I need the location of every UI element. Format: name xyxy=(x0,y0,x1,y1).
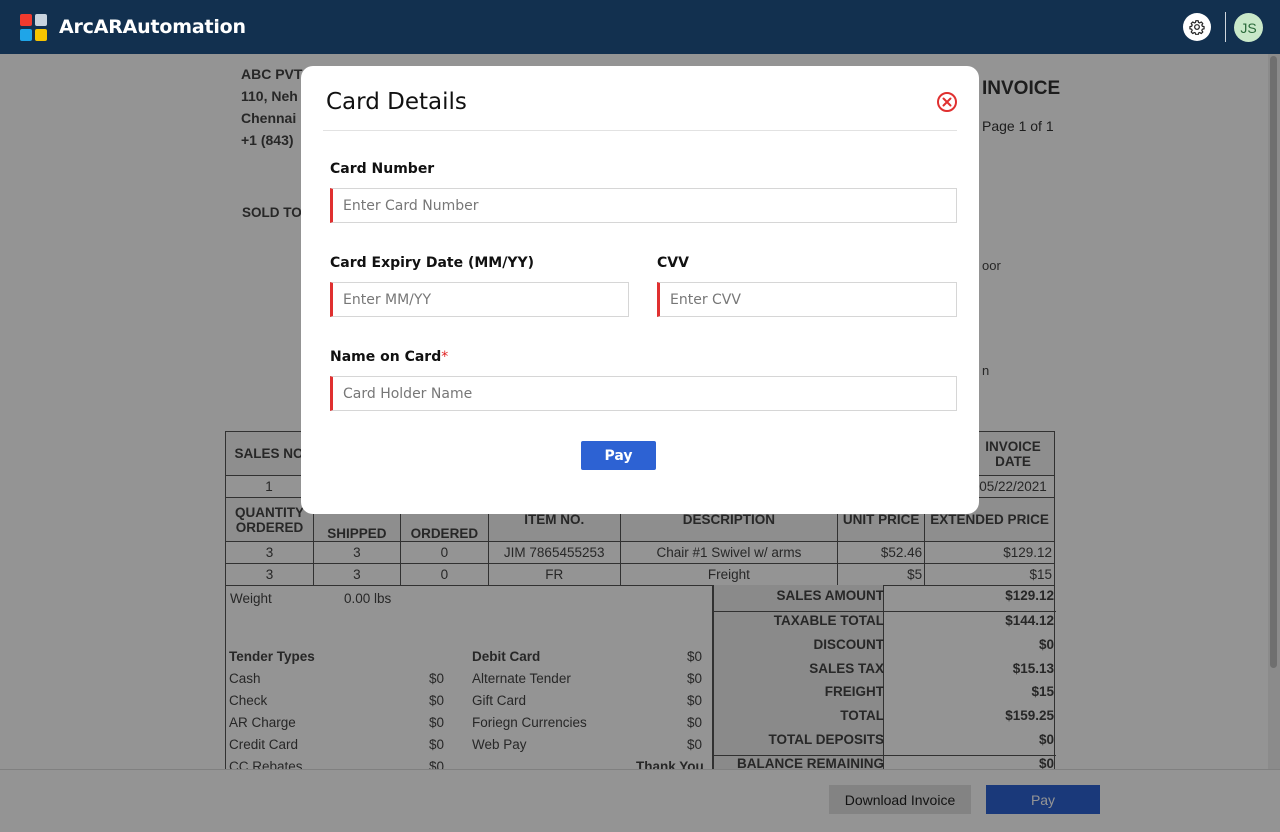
app-title: ArcARAutomation xyxy=(59,16,246,38)
pay-button[interactable]: Pay xyxy=(581,441,656,470)
close-circle-icon xyxy=(937,92,957,112)
required-marker: * xyxy=(441,349,449,365)
arcar-logo-icon xyxy=(20,14,48,42)
card-details-modal: Card Details Card Number Card Expiry Dat… xyxy=(301,66,979,514)
modal-title: Card Details xyxy=(326,89,467,115)
card-number-label: Card Number xyxy=(330,161,435,177)
modal-divider xyxy=(323,130,957,131)
gear-icon xyxy=(1189,20,1205,35)
user-avatar[interactable]: JS xyxy=(1234,13,1263,42)
name-on-card-input[interactable] xyxy=(330,376,957,411)
top-bar: ArcARAutomation JS xyxy=(0,0,1280,54)
settings-button[interactable] xyxy=(1183,13,1211,41)
cvv-input[interactable] xyxy=(657,282,957,317)
card-number-input[interactable] xyxy=(330,188,957,223)
name-on-card-text: Name on Card xyxy=(330,349,442,365)
expiry-date-input[interactable] xyxy=(330,282,629,317)
name-on-card-label: Name on Card* xyxy=(330,349,448,365)
cvv-label: CVV xyxy=(657,255,689,271)
close-button[interactable] xyxy=(936,91,958,113)
expiry-date-label: Card Expiry Date (MM/YY) xyxy=(330,255,535,271)
top-bar-divider xyxy=(1225,12,1226,42)
